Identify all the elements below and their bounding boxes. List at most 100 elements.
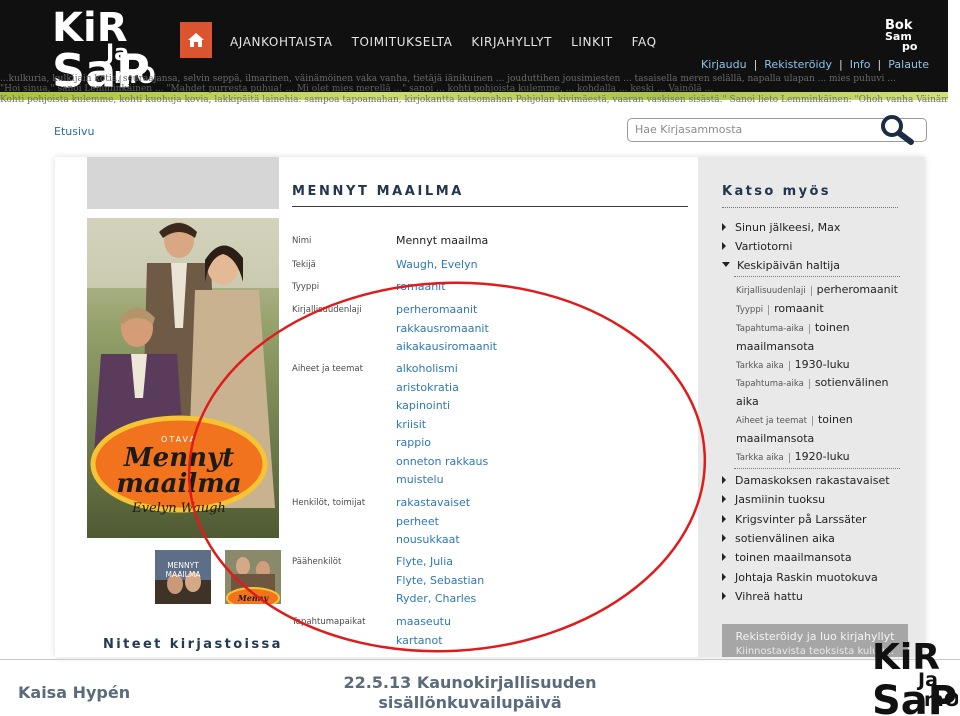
- expanded-metadata-value[interactable]: sotienvälinen: [815, 376, 889, 389]
- expanded-metadata-key: Kirjallisuudenlaji: [736, 286, 812, 296]
- login-link[interactable]: Kirjaudu: [694, 58, 754, 71]
- see-also-item[interactable]: Sinun jälkeesi, Max: [722, 221, 840, 234]
- page-title: MENNYT MAAILMA: [292, 184, 464, 199]
- see-also-item-label: Vartiotorni: [735, 240, 793, 253]
- footer-logo-text-sap: SaP: [872, 678, 957, 716]
- home-button[interactable]: [180, 22, 212, 58]
- search-placeholder: Hae Kirjasammosta: [635, 123, 743, 136]
- expanded-metadata-value[interactable]: romaanit: [774, 302, 824, 315]
- expanded-metadata-key: Tapahtuma-aika: [736, 324, 810, 334]
- expanded-metadata-line: Tarkka aika 1920-luku: [736, 450, 850, 463]
- strip-text-3: Kohti pohjoista kulemme, kohti kuohuja k…: [0, 95, 948, 105]
- footer-title-line-1: 22.5.13 Kaunokirjallisuuden: [343, 673, 597, 692]
- caret-right-icon: [722, 592, 726, 600]
- cover-title-2: maailma: [116, 469, 241, 499]
- see-also-item-label: Johtaja Raskin muotokuva: [735, 571, 878, 584]
- caret-right-icon: [722, 553, 726, 561]
- metadata-value-link[interactable]: nousukkaat: [396, 533, 460, 546]
- nav-toimitukselta[interactable]: TOIMITUKSELTA: [352, 35, 453, 49]
- slide-footer-divider: [0, 659, 960, 660]
- see-also-divider: [722, 207, 898, 208]
- metadata-value-link[interactable]: aikakausiromaanit: [396, 340, 497, 353]
- info-link[interactable]: Info: [843, 58, 878, 71]
- home-icon: [188, 33, 204, 47]
- nav-linkit[interactable]: LINKIT: [571, 35, 613, 49]
- metadata-value-link[interactable]: muistelu: [396, 473, 444, 486]
- expanded-metadata-value[interactable]: 1920-luku: [795, 450, 850, 463]
- metadata-value-link[interactable]: Flyte, Sebastian: [396, 574, 484, 587]
- book-cover-image[interactable]: OTAVA Mennyt maailma Evelyn Waugh: [87, 218, 279, 538]
- see-also-item[interactable]: Damaskoksen rakastavaiset: [722, 474, 890, 487]
- strip-text-2: "Hoi sinua," sanoi Lemminkäinen ... "Mah…: [0, 84, 714, 94]
- see-also-item[interactable]: Vihreä hattu: [722, 590, 803, 603]
- expanded-divider: [734, 276, 900, 277]
- expanded-metadata-value[interactable]: perheromaanit: [817, 283, 898, 296]
- expanded-metadata-key: Tapahtuma-aika: [736, 379, 810, 389]
- metadata-value-link[interactable]: rakkausromaanit: [396, 322, 489, 335]
- booksampo-logo[interactable]: Bok Sam po: [884, 16, 924, 53]
- metadata-label: Henkilöt, toimijat: [292, 498, 366, 508]
- metadata-label: Tapahtumapaikat: [292, 617, 366, 627]
- breadcrumb-home-link[interactable]: Etusivu: [54, 125, 95, 138]
- metadata-value-link[interactable]: kriisit: [396, 418, 426, 431]
- cover-thumbnail-1[interactable]: MENNYT MAAILMA: [155, 550, 211, 604]
- metadata-value-link[interactable]: romaanit: [396, 280, 446, 293]
- metadata-value-link[interactable]: kapinointi: [396, 399, 450, 412]
- decorative-text-strip: ...kulkuria, kulkijain kotia, seuraajans…: [0, 72, 948, 106]
- booksampo-text-3: po: [902, 40, 918, 52]
- see-also-item-label: toinen maailmansota: [735, 551, 852, 564]
- expanded-metadata-value[interactable]: toinen: [818, 413, 853, 426]
- metadata-value-link[interactable]: kartanot: [396, 634, 443, 647]
- see-also-item[interactable]: sotienvälinen aika: [722, 532, 835, 545]
- expanded-metadata-value[interactable]: toinen: [815, 321, 850, 334]
- expanded-divider: [734, 468, 900, 469]
- expanded-metadata-value-continued[interactable]: maailmansota: [736, 340, 814, 353]
- main-nav: AJANKOHTAISTA TOIMITUKSELTA KIRJAHYLLYT …: [230, 35, 676, 49]
- metadata-value-link[interactable]: aristokratia: [396, 381, 459, 394]
- expanded-metadata-value-continued[interactable]: aika: [736, 395, 759, 408]
- metadata-label: Päähenkilöt: [292, 557, 342, 567]
- metadata-value-link[interactable]: maaseutu: [396, 615, 451, 628]
- metadata-value-link[interactable]: rakastavaiset: [396, 496, 470, 509]
- expanded-metadata-value-continued[interactable]: maailmansota: [736, 432, 814, 445]
- search-icon[interactable]: [880, 114, 916, 146]
- expanded-metadata-key: Tyyppi: [736, 305, 770, 315]
- see-also-item[interactable]: Vartiotorni: [722, 240, 792, 253]
- thumb-2-text: Menny: [237, 593, 270, 603]
- metadata-value-link[interactable]: Flyte, Julia: [396, 555, 453, 568]
- nav-ajankohtaista[interactable]: AJANKOHTAISTA: [230, 35, 333, 49]
- metadata-value-link[interactable]: rappio: [396, 436, 431, 449]
- see-also-item[interactable]: Krigsvinter på Larssäter: [722, 513, 867, 526]
- metadata-value-link[interactable]: onneton rakkaus: [396, 455, 488, 468]
- metadata-value-link[interactable]: perheet: [396, 515, 439, 528]
- metadata-value-link[interactable]: perheromaanit: [396, 303, 477, 316]
- metadata-label: Tyyppi: [292, 282, 320, 292]
- see-also-item-label: Krigsvinter på Larssäter: [735, 513, 867, 526]
- metadata-label: Kirjallisuudenlaji: [292, 305, 362, 315]
- see-also-item[interactable]: Keskipäivän haltija: [722, 259, 840, 272]
- metadata-value-link[interactable]: Ryder, Charles: [396, 592, 476, 605]
- caret-right-icon: [722, 495, 726, 503]
- see-also-item[interactable]: Johtaja Raskin muotokuva: [722, 571, 878, 584]
- register-link[interactable]: Rekisteröidy: [757, 58, 839, 71]
- expanded-metadata-line: Tapahtuma-aika sotienvälinen: [736, 376, 888, 389]
- nav-kirjahyllyt[interactable]: KIRJAHYLLYT: [471, 35, 552, 49]
- metadata-value-link[interactable]: Waugh, Evelyn: [396, 258, 478, 271]
- feedback-link[interactable]: Palaute: [881, 58, 936, 71]
- footer-title: 22.5.13 Kaunokirjallisuuden sisällönkuva…: [310, 673, 630, 713]
- see-also-item-label: Damaskoksen rakastavaiset: [735, 474, 890, 487]
- footer-kirjasampo-logo: KiR Ja mO SaP: [872, 636, 960, 716]
- see-also-item[interactable]: toinen maailmansota: [722, 551, 852, 564]
- footer-title-line-2: sisällönkuvailupäivä: [378, 693, 562, 712]
- thumb-1-text-1: MENNYT: [167, 561, 199, 570]
- cover-thumbnails: MENNYT MAAILMA Menny: [155, 550, 281, 604]
- caret-down-icon: [722, 262, 730, 267]
- see-also-item[interactable]: Jasmiinin tuoksu: [722, 493, 825, 506]
- expanded-metadata-line: Tarkka aika 1930-luku: [736, 358, 850, 371]
- caret-right-icon: [722, 534, 726, 542]
- see-also-title: Katso myös: [722, 184, 831, 199]
- expanded-metadata-value[interactable]: 1930-luku: [795, 358, 850, 371]
- metadata-value-link[interactable]: alkoholismi: [396, 362, 458, 375]
- nav-faq[interactable]: FAQ: [632, 35, 657, 49]
- cover-thumbnail-2[interactable]: Menny: [225, 550, 281, 604]
